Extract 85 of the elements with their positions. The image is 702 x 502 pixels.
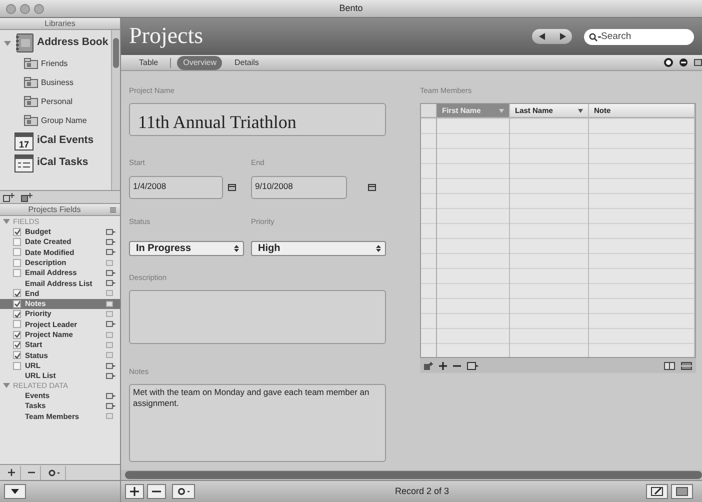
stepper-icon[interactable] bbox=[375, 244, 382, 253]
checkbox[interactable] bbox=[13, 289, 21, 298]
table-icon bbox=[676, 487, 688, 496]
checkbox[interactable] bbox=[13, 351, 21, 360]
field-link-icon[interactable] bbox=[467, 362, 479, 370]
checkbox[interactable] bbox=[13, 258, 21, 267]
checkbox[interactable] bbox=[13, 238, 21, 246]
view-tab[interactable]: Details bbox=[228, 56, 265, 70]
date-field[interactable]: 9/10/2008 bbox=[251, 176, 347, 198]
table-view-button[interactable] bbox=[671, 484, 693, 499]
minimize-button[interactable] bbox=[20, 4, 30, 14]
settings-button[interactable] bbox=[172, 484, 195, 499]
date-field[interactable]: 1/4/2008 bbox=[129, 176, 223, 198]
gear-icon bbox=[177, 487, 190, 496]
search-field[interactable]: Search bbox=[584, 28, 694, 44]
plus-icon bbox=[8, 469, 15, 476]
sort-icon[interactable] bbox=[578, 108, 583, 113]
checkbox[interactable] bbox=[13, 300, 21, 308]
scrollbar[interactable] bbox=[111, 30, 120, 190]
tasks-icon bbox=[14, 153, 34, 173]
calendar-icon[interactable] bbox=[228, 184, 236, 190]
disclosure-triangle[interactable] bbox=[4, 40, 11, 46]
checkbox[interactable] bbox=[13, 320, 21, 328]
group-icon bbox=[24, 58, 38, 69]
checkbox[interactable] bbox=[13, 340, 21, 349]
add-icon[interactable] bbox=[664, 58, 673, 67]
checkbox[interactable] bbox=[13, 228, 21, 236]
add-record-button[interactable] bbox=[125, 484, 144, 499]
grid-icon[interactable] bbox=[681, 362, 692, 370]
remove-icon[interactable] bbox=[679, 58, 688, 67]
checkbox[interactable] bbox=[13, 362, 21, 370]
columns-icon[interactable] bbox=[664, 362, 675, 370]
input-field[interactable]: 11th Annual Triathlon bbox=[129, 103, 386, 136]
calendar-icon[interactable] bbox=[368, 184, 376, 190]
add-collection-icon[interactable] bbox=[21, 192, 33, 202]
add-icon[interactable] bbox=[439, 362, 447, 370]
library-item[interactable]: Group Name bbox=[41, 114, 87, 126]
stepper-icon[interactable] bbox=[233, 244, 240, 253]
notes-field[interactable]: Met with the team on Monday and gave each team member an assignment. bbox=[129, 384, 386, 462]
delete-record-button[interactable] bbox=[147, 484, 166, 499]
status-dropdown[interactable]: In Progress bbox=[129, 240, 244, 256]
view-tab[interactable]: Overview bbox=[177, 56, 222, 70]
pencil-icon bbox=[651, 487, 663, 496]
corner-header bbox=[421, 104, 436, 118]
dropdown-button[interactable] bbox=[4, 484, 26, 499]
group-icon bbox=[24, 96, 38, 107]
record-counter: Record 2 of 3 bbox=[394, 486, 450, 496]
edit-button[interactable] bbox=[646, 484, 668, 499]
checkbox[interactable] bbox=[13, 268, 21, 277]
scrollbar[interactable] bbox=[121, 470, 702, 480]
library-item[interactable]: Friends bbox=[41, 58, 68, 70]
library-item[interactable]: iCal Tasks bbox=[37, 155, 88, 171]
window-title: Bento bbox=[339, 2, 363, 13]
group-icon bbox=[24, 77, 38, 88]
description-field[interactable] bbox=[129, 290, 386, 344]
plus-icon bbox=[130, 487, 139, 496]
priority-dropdown[interactable]: High bbox=[251, 240, 386, 256]
checkbox[interactable] bbox=[13, 330, 21, 339]
panel-header: Libraries bbox=[44, 18, 76, 30]
new-record-icon[interactable] bbox=[424, 362, 433, 370]
page-title: Projects bbox=[129, 23, 204, 48]
caret-icon bbox=[11, 489, 19, 494]
zoom-button[interactable] bbox=[34, 4, 44, 14]
library-item[interactable]: Address Book bbox=[37, 35, 108, 51]
calendar-icon: 17 bbox=[14, 131, 34, 151]
search-icon bbox=[589, 32, 601, 42]
checkbox[interactable] bbox=[13, 310, 21, 318]
panel-header: Projects Fields bbox=[27, 204, 82, 216]
disclosure-triangle[interactable] bbox=[3, 382, 10, 390]
disclosure-triangle[interactable] bbox=[3, 218, 10, 226]
library-item[interactable]: iCal Events bbox=[37, 133, 94, 149]
view-tab[interactable]: Table bbox=[133, 56, 164, 70]
layout-icon[interactable] bbox=[694, 58, 702, 67]
close-button[interactable] bbox=[6, 4, 16, 14]
add-library-icon[interactable] bbox=[3, 192, 15, 202]
gear-icon bbox=[48, 468, 60, 476]
group-icon bbox=[24, 115, 38, 126]
checkbox[interactable] bbox=[13, 248, 21, 256]
back-arrow-icon bbox=[538, 33, 546, 40]
forward-arrow-icon bbox=[558, 33, 566, 40]
address-book-icon bbox=[14, 33, 34, 53]
minus-icon bbox=[28, 469, 35, 476]
library-item[interactable]: Personal bbox=[41, 96, 73, 108]
library-item[interactable]: Business bbox=[41, 76, 74, 88]
menu-icon[interactable] bbox=[109, 206, 117, 214]
